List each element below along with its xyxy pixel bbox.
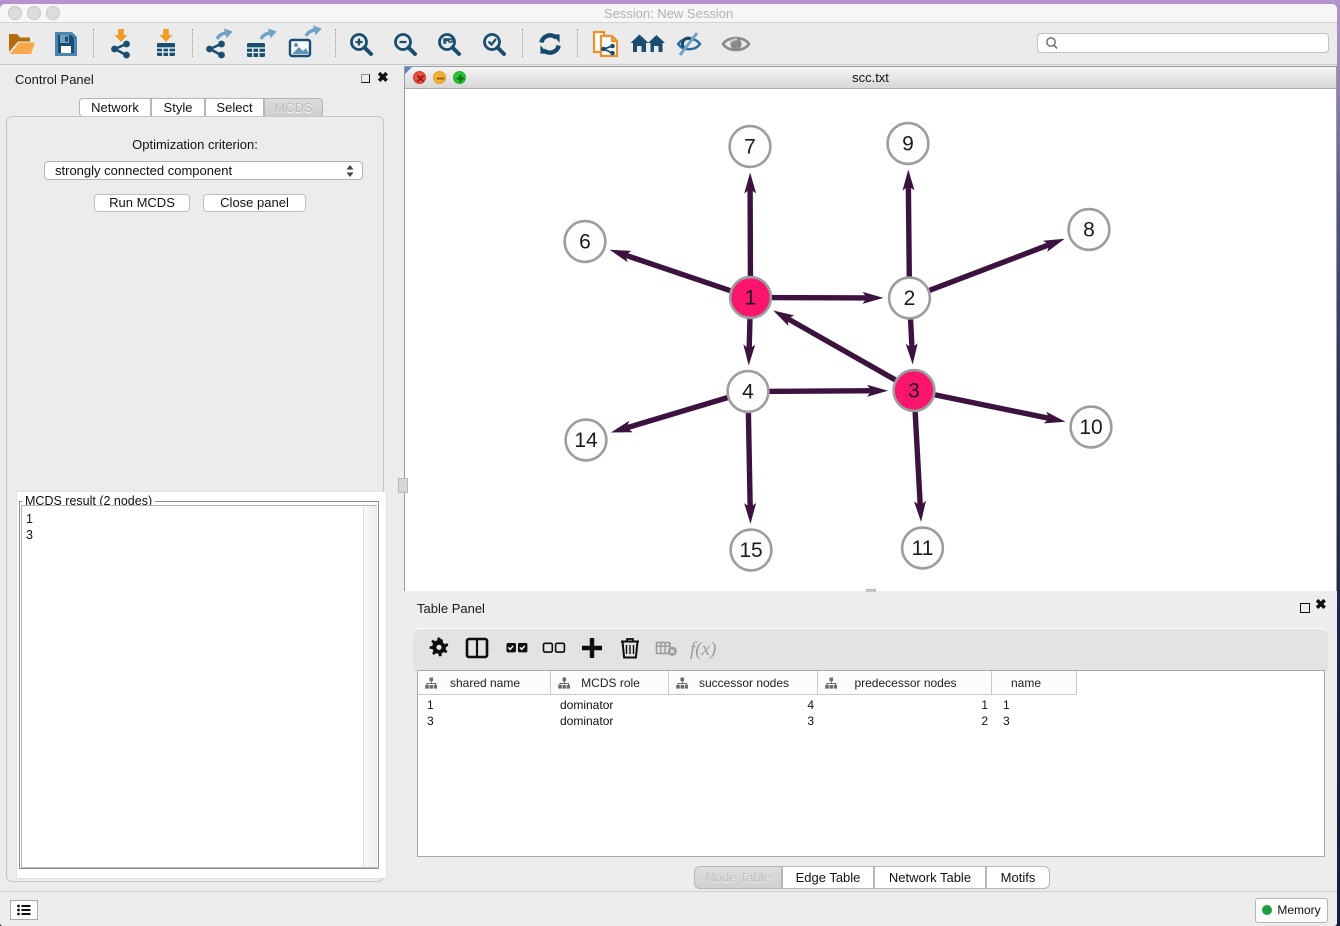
svg-text:15: 15 [739, 539, 762, 562]
svg-text:1: 1 [745, 287, 757, 310]
svg-text:14: 14 [574, 429, 598, 452]
svg-text:10: 10 [1079, 416, 1102, 439]
svg-text:4: 4 [742, 381, 754, 404]
svg-text:11: 11 [912, 537, 934, 560]
svg-text:8: 8 [1083, 219, 1095, 242]
svg-text:6: 6 [579, 231, 591, 254]
svg-text:2: 2 [904, 287, 916, 310]
svg-text:3: 3 [908, 380, 920, 403]
svg-text:9: 9 [902, 133, 914, 156]
svg-text:f(x): f(x) [690, 639, 716, 660]
svg-text:7: 7 [744, 136, 756, 159]
